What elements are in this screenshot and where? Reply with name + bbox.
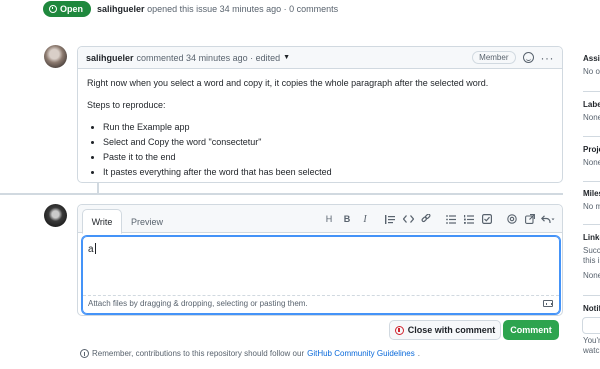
sidebar-milestone[interactable]: Miles No m (583, 189, 600, 211)
bold-icon[interactable]: B (339, 212, 355, 226)
community-guidelines-link[interactable]: GitHub Community Guidelines (307, 349, 415, 358)
sidebar-development-text-2: this is (583, 256, 600, 265)
comment-paragraph: Right now when you select a word and cop… (87, 78, 489, 88)
sidebar-labels[interactable]: Label None (583, 100, 600, 122)
timeline-connector (97, 183, 99, 193)
info-icon (80, 349, 89, 358)
comment-button[interactable]: Comment (503, 320, 559, 340)
issue-author-link[interactable]: salihgueler (97, 4, 145, 14)
list-item: It pastes everything after the word that… (103, 166, 553, 179)
italic-icon[interactable]: I (357, 212, 373, 226)
open-status-label: Open (60, 3, 84, 14)
guidelines-suffix: . (417, 349, 420, 358)
sidebar-assignees[interactable]: Assig No on (583, 54, 600, 76)
issue-sidebar: Assig No on Label None Proje None Miles … (573, 0, 600, 369)
steps-heading: Steps to reproduce: (87, 100, 166, 110)
sidebar-divider (583, 91, 600, 92)
sidebar-divider (583, 224, 600, 225)
mention-icon[interactable] (504, 212, 520, 226)
comment-meta[interactable]: commented 34 minutes ago · edited (137, 53, 281, 63)
issue-summary-text: opened this issue 34 minutes ago · 0 com… (147, 3, 339, 14)
timeline-divider (0, 193, 563, 195)
link-icon[interactable] (418, 212, 434, 226)
add-reaction-smiley-icon[interactable] (522, 52, 534, 63)
sidebar-notifications-text: You'r watch (583, 336, 600, 355)
issue-comment: salihgueler commented 34 minutes ago · e… (77, 46, 563, 183)
steps-list: Run the Example app Select and Copy the … (87, 121, 553, 179)
sidebar-labels-title: Label (583, 100, 600, 109)
issue-status-row: Open salihgueler opened this issue 34 mi… (43, 0, 338, 17)
edit-history-chevron-down-icon[interactable]: ▼ (283, 54, 290, 61)
ordered-list-icon[interactable] (461, 212, 477, 226)
sidebar-divider (583, 295, 600, 296)
sidebar-assignees-value: No on (583, 67, 600, 76)
comment-options-kebab-icon[interactable]: ··· (541, 52, 555, 64)
heading-icon[interactable]: H (321, 212, 337, 226)
sidebar-projects-title: Proje (583, 145, 600, 154)
comment-textarea[interactable]: a (83, 237, 559, 296)
sidebar-milestone-title: Miles (583, 189, 600, 198)
contribution-guidelines-note: Remember, contributions to this reposito… (80, 349, 420, 358)
comment-body: Right now when you select a word and cop… (78, 69, 562, 189)
member-badge: Member (472, 51, 516, 64)
sidebar-divider (583, 181, 600, 182)
list-item: Paste it to the end (103, 151, 553, 164)
markdown-toolbar: H B I (319, 212, 556, 226)
markdown-icon[interactable] (543, 300, 553, 307)
comment-author-link[interactable]: salihgueler (86, 53, 134, 63)
notifications-subscribe-button[interactable] (582, 317, 600, 334)
list-item: Select and Copy the word "consectetur" (103, 136, 553, 149)
comment-textarea-value: a (88, 244, 94, 255)
sidebar-assignees-title: Assig (583, 54, 600, 63)
open-status-badge: Open (43, 0, 92, 17)
new-comment-editor: Write Preview H B I a Attach files by dr… (77, 204, 563, 316)
guidelines-prefix: Remember, contributions to this reposito… (92, 349, 305, 358)
issue-summary: salihgueler opened this issue 34 minutes… (97, 4, 338, 14)
comment-author-avatar[interactable] (44, 45, 67, 68)
close-with-comment-button[interactable]: Close with comment (389, 320, 501, 340)
tab-preview[interactable]: Preview (125, 209, 169, 234)
list-item: Run the Example app (103, 121, 553, 134)
sidebar-development[interactable]: Linke Succe this is None (583, 233, 600, 280)
sidebar-development-text: Succe (583, 246, 600, 255)
sidebar-divider (583, 136, 600, 137)
sidebar-notifications-status-2: watch (583, 346, 600, 355)
sidebar-milestone-value: No m (583, 202, 600, 211)
comment-textarea-wrapper: a Attach files by dragging & dropping, s… (82, 236, 560, 314)
attach-files-hint[interactable]: Attach files by dragging & dropping, sel… (88, 299, 308, 308)
unordered-list-icon[interactable] (443, 212, 459, 226)
sidebar-labels-value: None (583, 113, 600, 122)
text-cursor (94, 243, 96, 254)
close-with-comment-label: Close with comment (407, 325, 496, 335)
comment-header: salihgueler commented 34 minutes ago · e… (78, 47, 562, 69)
issue-open-icon (49, 4, 57, 13)
tab-write[interactable]: Write (82, 209, 122, 234)
reply-icon[interactable] (540, 212, 556, 226)
issue-closed-icon (394, 325, 404, 335)
sidebar-notifications-title: Notifi (583, 304, 600, 313)
sidebar-projects[interactable]: Proje None (583, 145, 600, 167)
current-user-avatar[interactable] (44, 204, 67, 227)
reference-icon[interactable] (522, 212, 538, 226)
sidebar-development-value: None (583, 271, 600, 280)
sidebar-notifications: Notifi (583, 304, 600, 313)
sidebar-development-title: Linke (583, 233, 600, 242)
sidebar-notifications-status: You'r (583, 336, 600, 345)
editor-tab-bar: Write Preview H B I (78, 205, 562, 234)
sidebar-projects-value: None (583, 158, 600, 167)
tasklist-icon[interactable] (479, 212, 495, 226)
code-icon[interactable] (400, 212, 416, 226)
quote-icon[interactable] (382, 212, 398, 226)
